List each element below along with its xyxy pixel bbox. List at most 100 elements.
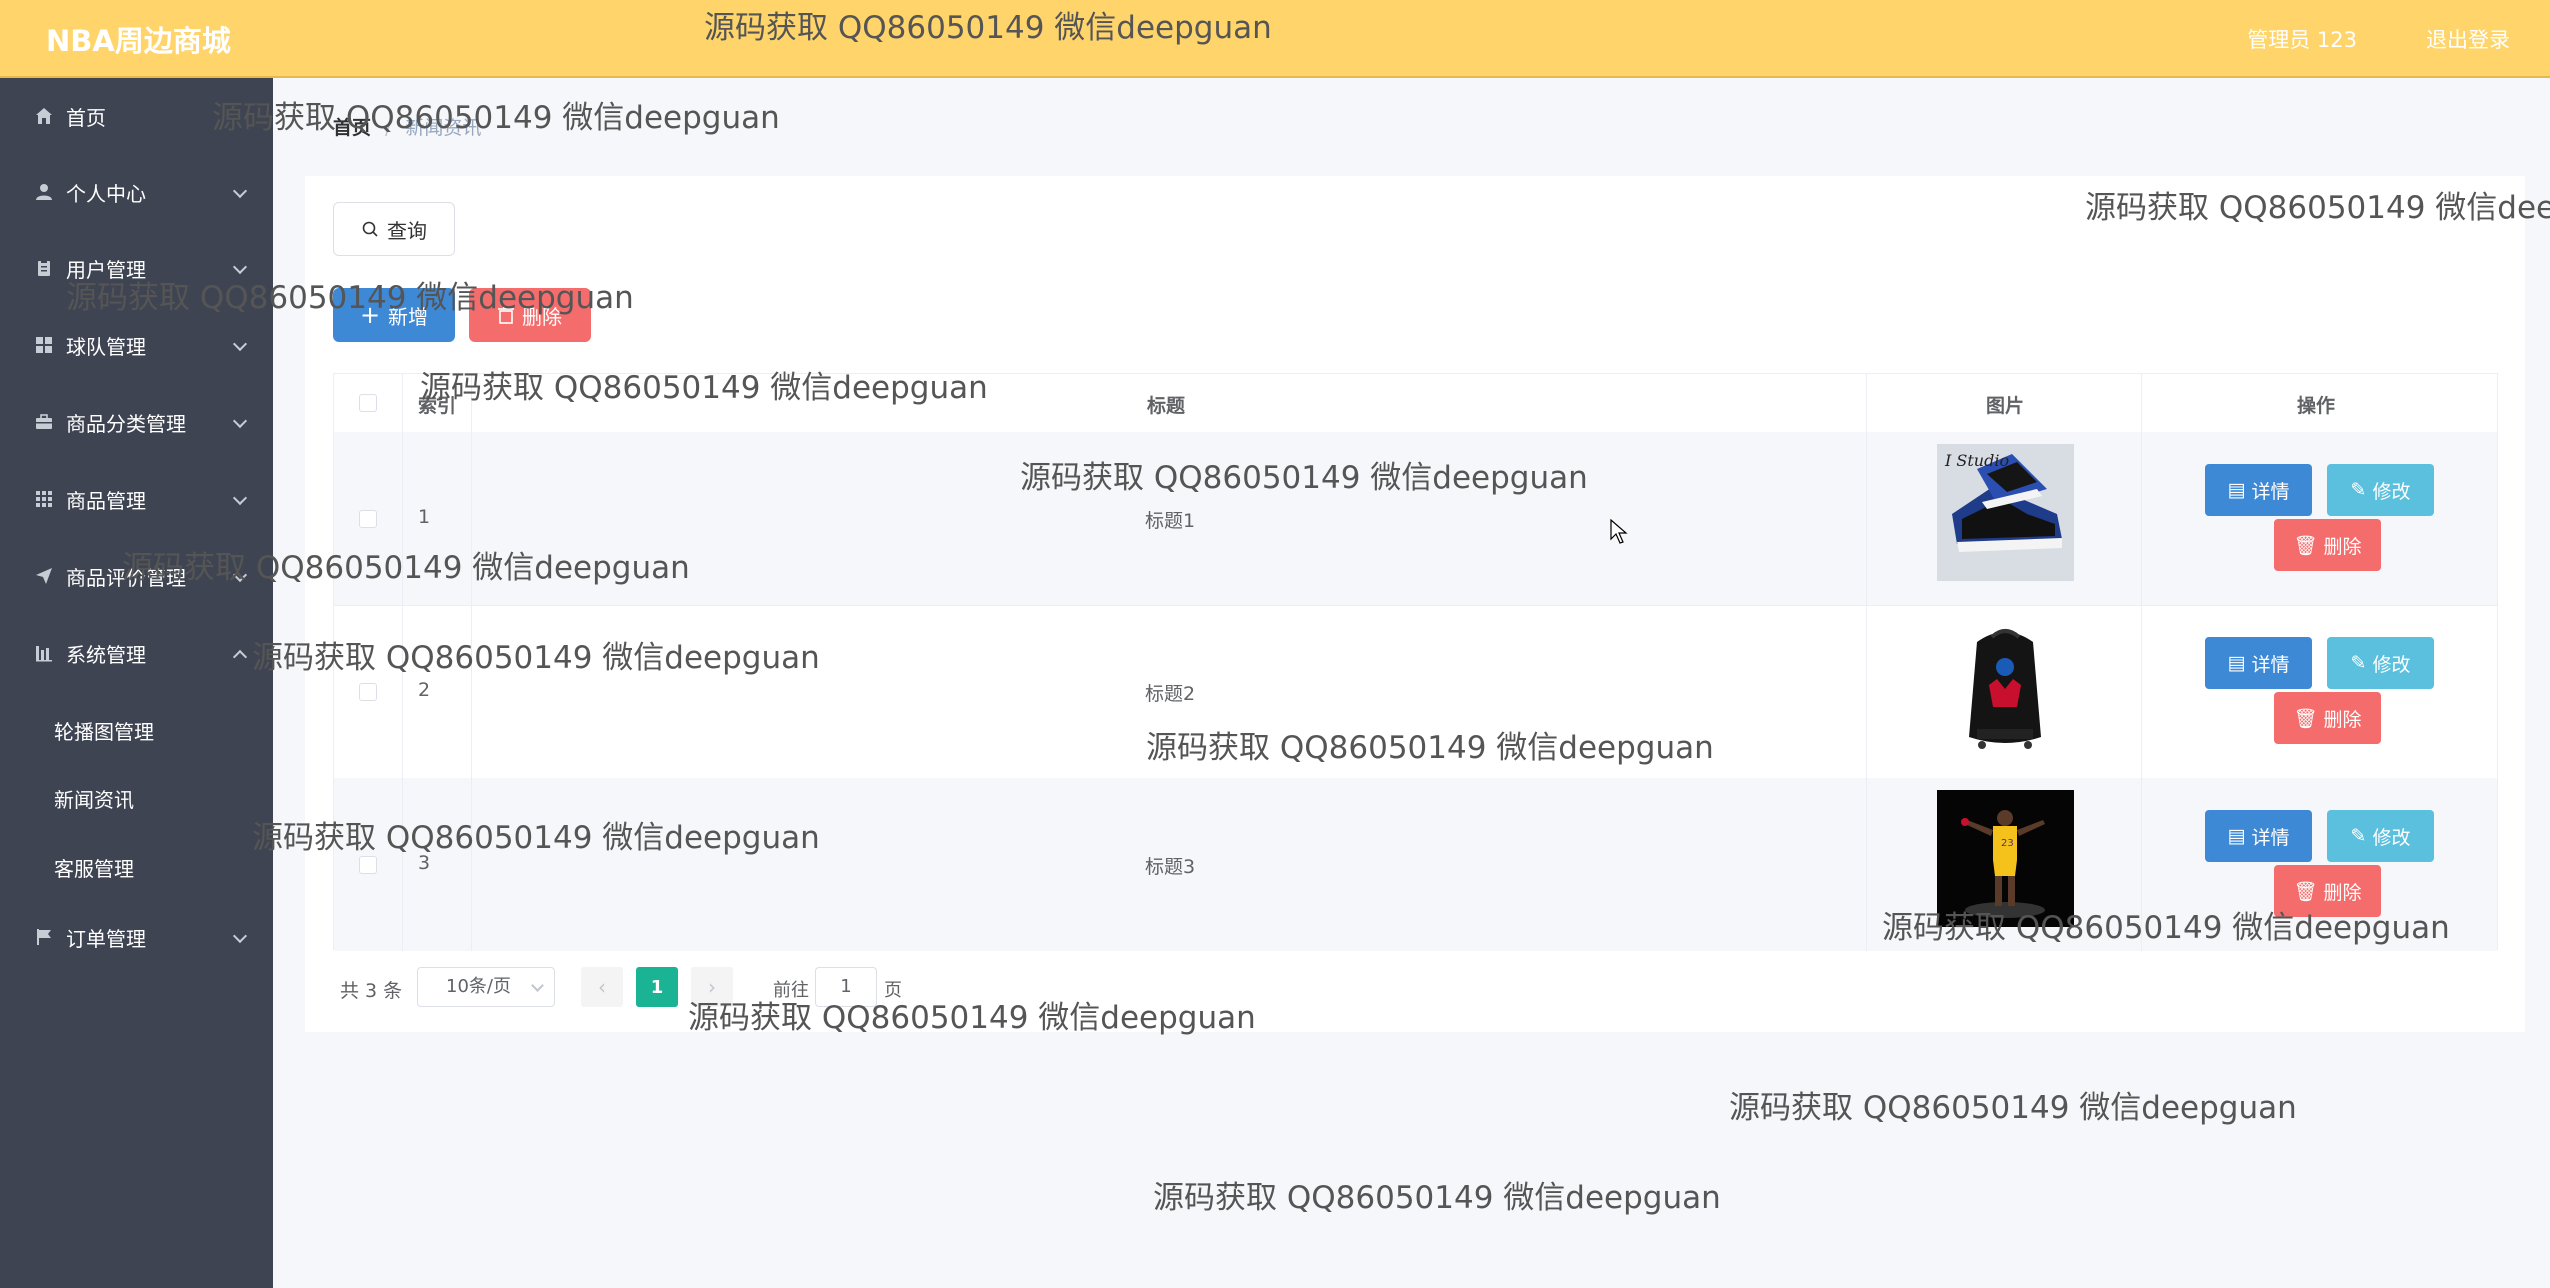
chevron-down-icon [232,928,248,944]
brand-title: NBA周边商城 [46,24,231,58]
add-button[interactable]: + 新增 [333,288,455,342]
trash-icon [498,306,514,324]
query-button[interactable]: 查询 [333,202,455,256]
backpack-image [1937,617,2074,754]
sidebar-item-teams[interactable]: 球队管理 [0,317,273,373]
page-number-current[interactable]: 1 [636,967,678,1007]
chevron-left-icon: ‹ [598,975,606,999]
table-row: 1 标题1 I Studio ▤ 详情 ✎ 修改 🗑 删除 [334,432,2497,606]
send-icon [36,568,52,584]
page-unit-label: 页 [884,980,902,1001]
watermark-text: 源码获取 QQ86050149 微信deepguan [1153,1180,1721,1216]
column-divider [1866,374,1867,951]
prev-page-button[interactable]: ‹ [581,967,623,1007]
sidebar-item-system[interactable]: 系统管理 [0,625,273,681]
column-divider [2141,374,2142,951]
query-label: 查询 [387,218,427,243]
svg-text:I Studio: I Studio [1944,451,2009,470]
watermark-text: 源码获取 QQ86050149 微信deepguan [1729,1090,2297,1126]
batch-delete-button[interactable]: 删除 [469,288,591,342]
sidebar-item-label: 首页 [66,105,106,130]
chart-bar-icon [36,646,52,662]
sidebar-subitem-news[interactable]: 新闻资讯 [54,784,134,813]
sidebar-item-reviews[interactable]: 商品评价管理 [0,548,273,604]
row-title: 标题1 [1145,510,1196,532]
trash-icon: 🗑 [2293,880,2318,903]
home-icon [36,108,52,124]
briefcase-icon [36,414,52,429]
goto-label: 前往 [773,980,809,1001]
row-checkbox[interactable] [359,510,377,528]
sidebar-item-users[interactable]: 用户管理 [0,240,273,296]
row-index: 3 [418,852,431,874]
sidebar-item-label: 球队管理 [66,334,146,359]
chevron-down-icon [232,183,248,199]
chevron-down-icon [232,490,248,506]
svg-text:23: 23 [2001,838,2014,849]
add-label: 新增 [388,304,429,329]
sidebar-item-categories[interactable]: 商品分类管理 [0,394,273,450]
current-user: 管理员 123 [2247,28,2357,52]
header-image: 图片 [1986,395,2025,417]
news-table: 索引 标题 图片 操作 1 标题1 I Studio ▤ 详情 ✎ 修改 🗑 删除 [333,373,2498,951]
table-header: 索引 标题 图片 操作 [334,374,2497,433]
row-title: 标题3 [1145,856,1196,878]
row-checkbox[interactable] [359,683,377,701]
document-icon: ▤ [2227,479,2246,501]
edit-icon: ✎ [2350,652,2367,674]
select-all-checkbox[interactable] [359,394,377,412]
detail-button[interactable]: ▤ 详情 [2205,464,2312,516]
sidebar-item-personal[interactable]: 个人中心 [0,164,273,220]
detail-button[interactable]: ▤ 详情 [2205,810,2312,862]
sneaker-image: I Studio [1937,444,2074,581]
trash-icon: 🗑 [2293,534,2318,557]
chevron-down-icon [232,336,248,352]
sidebar-item-label: 个人中心 [66,181,146,206]
row-checkbox[interactable] [359,856,377,874]
breadcrumb: 首页 / 新闻资讯 [333,113,481,140]
row-title: 标题2 [1145,683,1196,705]
breadcrumb-home[interactable]: 首页 [333,117,371,139]
chevron-down-icon [232,567,248,583]
row-delete-button[interactable]: 🗑 删除 [2274,692,2381,744]
sidebar-item-label: 商品分类管理 [66,411,186,436]
header-title: 标题 [1147,395,1186,417]
document-icon: ▤ [2227,652,2246,674]
sidebar-item-orders[interactable]: 订单管理 [0,909,273,965]
edit-button[interactable]: ✎ 修改 [2327,637,2434,689]
row-delete-button[interactable]: 🗑 删除 [2274,519,2381,571]
edit-button[interactable]: ✎ 修改 [2327,810,2434,862]
sidebar-item-goods[interactable]: 商品管理 [0,471,273,527]
top-header: NBA周边商城 管理员 123 退出登录 [0,0,2550,78]
sidebar-item-label: 用户管理 [66,257,146,282]
table-row: 2 标题2 ▤ 详情 ✎ 修改 🗑 删除 [334,605,2497,779]
edit-icon: ✎ [2350,479,2367,501]
mouse-cursor-icon [1610,519,1628,544]
chevron-down-icon [232,413,248,429]
logout-link[interactable]: 退出登录 [2426,24,2510,54]
sidebar: 首页 个人中心 用户管理 球队管理 商品分类管理 商品管理 商品评价管理 系统管… [0,78,273,1288]
pagination-total: 共 3 条 [340,980,403,1002]
goto-page-input[interactable]: 1 [815,967,877,1007]
sidebar-item-home[interactable]: 首页 [0,88,273,144]
sidebar-item-label: 商品评价管理 [66,565,186,590]
header-index: 索引 [418,395,457,417]
player-figure-image: 23 [1937,790,2074,927]
edit-button[interactable]: ✎ 修改 [2327,464,2434,516]
chevron-up-icon [232,649,248,665]
next-page-button[interactable]: › [691,967,733,1007]
row-delete-button[interactable]: 🗑 删除 [2274,865,2381,917]
detail-button[interactable]: ▤ 详情 [2205,637,2312,689]
column-divider [471,374,472,951]
breadcrumb-separator: / [385,117,392,139]
sidebar-subitem-service[interactable]: 客服管理 [54,853,134,882]
header-actions: 操作 [2297,395,2336,417]
clipboard-icon [38,259,50,276]
search-icon [362,221,378,237]
edit-icon: ✎ [2350,825,2367,847]
table-row: 3 标题3 23 ▤ 详情 ✎ 修改 🗑 删除 [334,778,2497,951]
page-size-select[interactable]: 10条/页 [417,967,555,1007]
sidebar-subitem-carousel[interactable]: 轮播图管理 [54,716,154,745]
row-index: 2 [418,679,431,701]
user-icon [36,184,52,200]
